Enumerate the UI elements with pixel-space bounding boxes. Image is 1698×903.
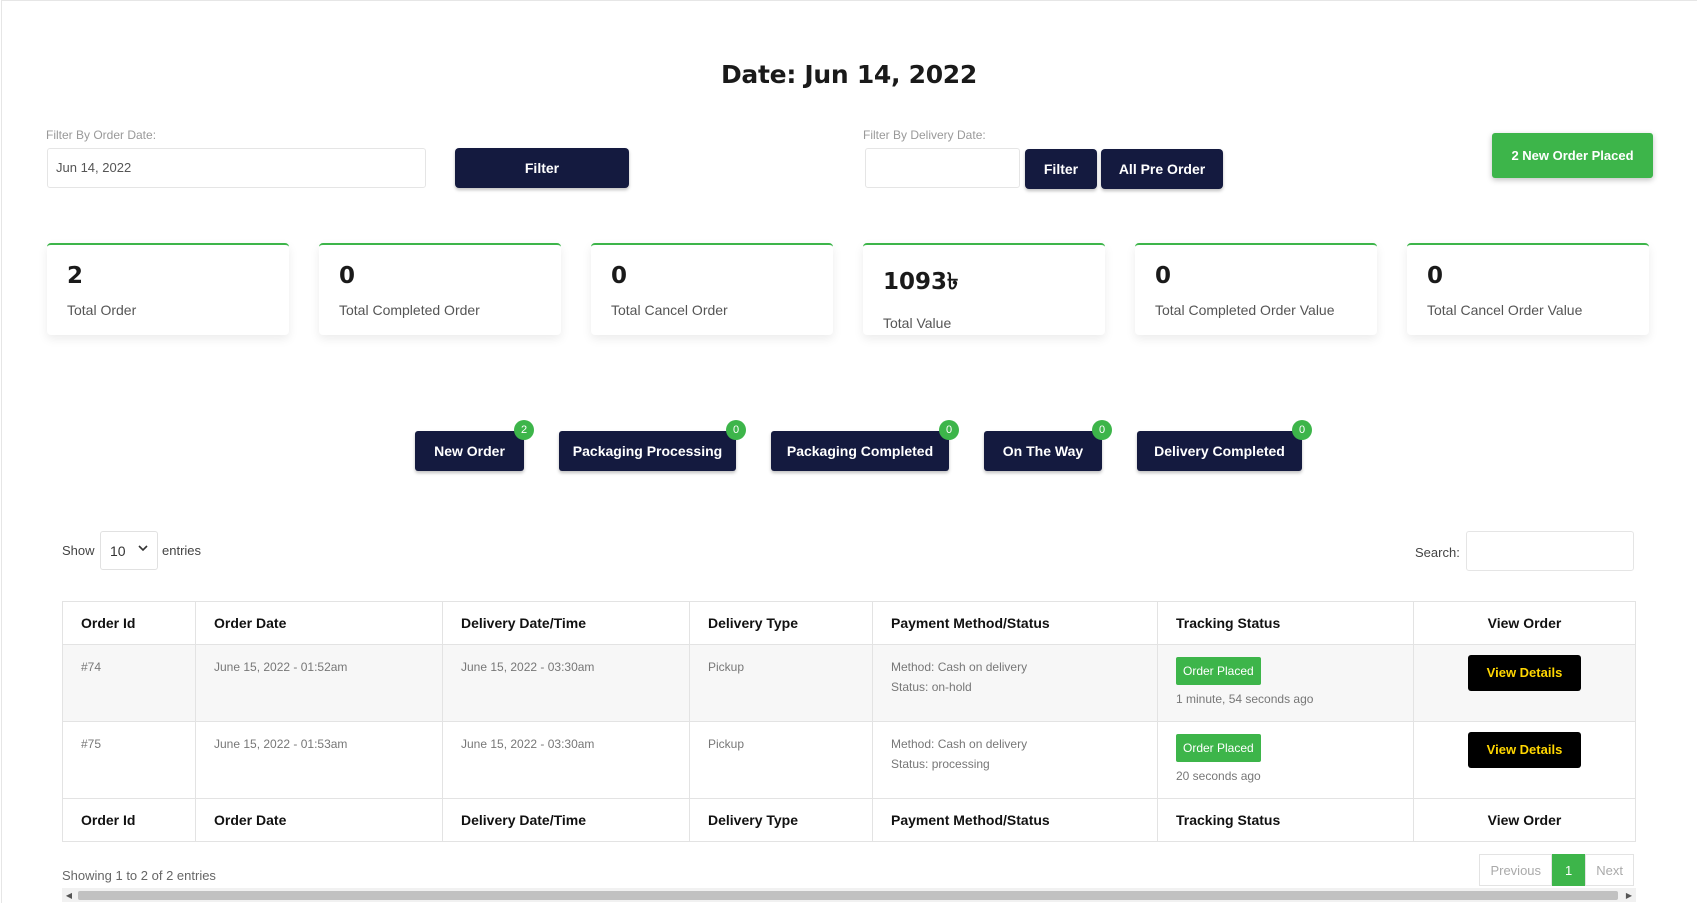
pagination-next[interactable]: Next: [1585, 854, 1634, 886]
stat-value: 0: [1155, 263, 1172, 289]
tab-packaging-completed-count-badge: 0: [939, 420, 959, 440]
tab-packaging-processing-count-badge: 0: [726, 420, 746, 440]
column-footer: Order Date: [195, 798, 443, 842]
tab-packaging-processing[interactable]: Packaging Processing: [559, 431, 736, 471]
order-date-label: Filter By Order Date:: [46, 128, 157, 142]
stat-value: 0: [339, 263, 356, 289]
delivery-date: June 15, 2022 - 03:30am: [442, 721, 690, 799]
tab-new-order[interactable]: New Order: [415, 431, 524, 471]
view-details-button[interactable]: View Details: [1467, 655, 1582, 691]
payment-status: Status: processing: [891, 757, 990, 771]
view-order-cell: View Details: [1413, 644, 1636, 722]
stat-label: Total Cancel Order: [611, 302, 728, 318]
stat-value: 0: [611, 263, 628, 289]
tab-new-order-count-badge: 2: [514, 420, 534, 440]
show-label: Show: [62, 543, 95, 558]
stat-label: Total Order: [67, 302, 137, 318]
stat-label: Total Value: [883, 315, 952, 331]
tab-on-the-way-count-badge: 0: [1092, 420, 1112, 440]
stat-card-total-value: 1093৳ Total Value: [863, 243, 1105, 335]
delivery-date-label: Filter By Delivery Date:: [863, 128, 986, 142]
column-footer: Delivery Date/Time: [442, 798, 690, 842]
column-footer: Payment Method/Status: [872, 798, 1158, 842]
pagination-page-1[interactable]: 1: [1552, 854, 1586, 886]
orders-table: Order Id Order Date Delivery Date/Time D…: [62, 601, 1636, 842]
all-pre-order-button[interactable]: All Pre Order: [1101, 149, 1223, 189]
order-date-input[interactable]: Jun 14, 2022: [47, 148, 426, 188]
view-details-button[interactable]: View Details: [1467, 732, 1582, 768]
payment-cell: Method: Cash on delivery Status: process…: [872, 721, 1158, 799]
order-date: June 15, 2022 - 01:53am: [195, 721, 443, 799]
payment-method: Method: Cash on delivery: [891, 737, 1028, 751]
column-footer: Tracking Status: [1157, 798, 1414, 842]
table-header-row: Order Id Order Date Delivery Date/Time D…: [62, 601, 1636, 645]
entries-label: entries: [162, 543, 202, 558]
page-size-value: 10: [110, 543, 126, 559]
order-id: #75: [62, 721, 196, 799]
stat-card-total-cancel-order: 0 Total Cancel Order: [591, 243, 833, 335]
scroll-left-arrow-icon[interactable]: ◀: [62, 888, 76, 902]
tracking-status-badge: Order Placed: [1176, 657, 1261, 685]
new-order-placed-button[interactable]: 2 New Order Placed: [1492, 133, 1653, 178]
column-header[interactable]: Order Date: [195, 601, 443, 645]
stat-card-total-order: 2 Total Order: [47, 243, 289, 335]
stat-value: 2: [67, 263, 84, 289]
delivery-date-input[interactable]: [865, 148, 1020, 188]
delivery-date: June 15, 2022 - 03:30am: [442, 644, 690, 722]
column-footer: Order Id: [62, 798, 196, 842]
order-date-filter-button[interactable]: Filter: [455, 148, 629, 188]
table-row: #75 June 15, 2022 - 01:53am June 15, 202…: [62, 721, 1636, 799]
column-header[interactable]: Delivery Date/Time: [442, 601, 690, 645]
column-header[interactable]: Order Id: [62, 601, 196, 645]
tracking-status-badge: Order Placed: [1176, 734, 1261, 762]
stat-label: Total Cancel Order Value: [1427, 302, 1583, 318]
scroll-right-arrow-icon[interactable]: ▶: [1622, 888, 1636, 902]
delivery-type: Pickup: [689, 644, 873, 722]
order-date: June 15, 2022 - 01:52am: [195, 644, 443, 722]
chevron-down-icon: [137, 542, 149, 557]
stat-card-total-completed-order: 0 Total Completed Order: [319, 243, 561, 335]
tracking-cell: Order Placed 20 seconds ago: [1157, 721, 1414, 799]
scrollbar-thumb[interactable]: [78, 891, 1618, 900]
column-footer: Delivery Type: [689, 798, 873, 842]
column-header[interactable]: Payment Method/Status: [872, 601, 1158, 645]
payment-cell: Method: Cash on delivery Status: on-hold: [872, 644, 1158, 722]
order-id: #74: [62, 644, 196, 722]
pagination: Previous 1 Next: [1479, 854, 1634, 886]
horizontal-scrollbar[interactable]: ◀ ▶: [62, 888, 1636, 902]
column-header[interactable]: Tracking Status: [1157, 601, 1414, 645]
search-label: Search:: [1415, 545, 1460, 560]
view-order-cell: View Details: [1413, 721, 1636, 799]
stat-value: 1093৳: [883, 269, 959, 295]
delivery-type: Pickup: [689, 721, 873, 799]
tracking-time-ago: 20 seconds ago: [1176, 769, 1261, 783]
payment-status: Status: on-hold: [891, 680, 972, 694]
tab-on-the-way[interactable]: On The Way: [984, 431, 1102, 471]
stat-card-total-completed-order-value: 0 Total Completed Order Value: [1135, 243, 1377, 335]
page-title: Date: Jun 14, 2022: [720, 60, 977, 89]
delivery-date-filter-button[interactable]: Filter: [1025, 149, 1097, 189]
entries-info: Showing 1 to 2 of 2 entries: [62, 868, 216, 883]
stat-card-total-cancel-order-value: 0 Total Cancel Order Value: [1407, 243, 1649, 335]
column-header[interactable]: Delivery Type: [689, 601, 873, 645]
column-footer: View Order: [1413, 798, 1636, 842]
page-size-select[interactable]: 10: [100, 531, 158, 570]
tab-packaging-completed[interactable]: Packaging Completed: [771, 431, 949, 471]
table-row: #74 June 15, 2022 - 01:52am June 15, 202…: [62, 644, 1636, 722]
tab-delivery-completed-count-badge: 0: [1292, 420, 1312, 440]
tracking-cell: Order Placed 1 minute, 54 seconds ago: [1157, 644, 1414, 722]
table-footer-row: Order Id Order Date Delivery Date/Time D…: [62, 798, 1636, 842]
payment-method: Method: Cash on delivery: [891, 660, 1028, 674]
pagination-previous[interactable]: Previous: [1479, 854, 1553, 886]
search-input[interactable]: [1466, 531, 1634, 571]
tab-delivery-completed[interactable]: Delivery Completed: [1137, 431, 1302, 471]
column-header[interactable]: View Order: [1413, 601, 1636, 645]
stat-value: 0: [1427, 263, 1444, 289]
stat-label: Total Completed Order: [339, 302, 480, 318]
tracking-time-ago: 1 minute, 54 seconds ago: [1176, 692, 1314, 706]
stat-label: Total Completed Order Value: [1155, 302, 1335, 318]
